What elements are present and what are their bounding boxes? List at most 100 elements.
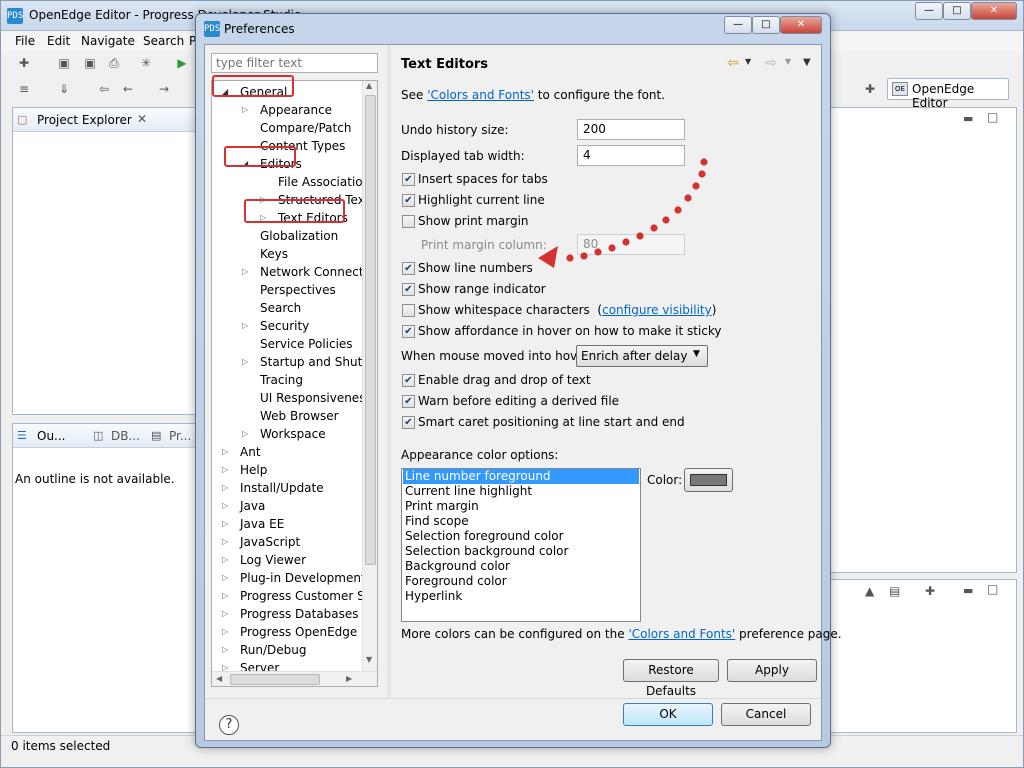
tree-node[interactable]: Service Policies	[260, 335, 353, 353]
tree-twistie-icon[interactable]: ▷	[260, 209, 270, 227]
checkbox[interactable]: ✔	[402, 194, 415, 207]
minimize-view-icon-2[interactable]: ▬	[963, 584, 973, 597]
tree-twistie-icon[interactable]: ▷	[242, 353, 252, 371]
open-perspective-icon[interactable]: ✚	[861, 81, 879, 97]
tree-node[interactable]: Startup and Shutdov	[260, 353, 377, 371]
menu-navigate[interactable]: Navigate	[81, 34, 135, 48]
color-picker-button[interactable]	[684, 468, 733, 492]
restore-defaults-button[interactable]: Restore Defaults	[623, 659, 719, 698]
forward-icon[interactable]: →	[155, 81, 173, 97]
tree-twistie-icon[interactable]: ▷	[222, 497, 232, 515]
tree-twistie-icon[interactable]: ▷	[242, 101, 252, 119]
save-all-icon[interactable]: ▣	[81, 55, 99, 71]
back-dropdown-icon[interactable]: ▼	[745, 57, 751, 66]
next-annotation-icon[interactable]: ⇓	[55, 81, 73, 97]
dialog-maximize-button[interactable]: □	[752, 16, 780, 34]
hover-select[interactable]: Enrich after delay ▼	[576, 345, 708, 367]
tree-node[interactable]: Java EE	[240, 515, 284, 533]
tree-node[interactable]: Appearance	[260, 101, 332, 119]
tree-twistie-icon[interactable]: ▷	[242, 425, 252, 443]
tree-twistie-icon[interactable]: ▷	[222, 461, 232, 479]
back-arrow-icon[interactable]: ⇦	[727, 55, 739, 71]
minimize-view-icon[interactable]: ▬	[963, 112, 973, 125]
outline-tab[interactable]: Ou...	[37, 429, 66, 443]
tree-node[interactable]: Install/Update	[240, 479, 324, 497]
tree-twistie-icon[interactable]: ▷	[222, 569, 232, 587]
tree-twistie-icon[interactable]: ▷	[222, 641, 232, 659]
maximize-view-icon[interactable]: □	[987, 110, 998, 124]
colors-and-fonts-link[interactable]: 'Colors and Fonts'	[427, 88, 534, 102]
tree-node[interactable]: Security	[260, 317, 309, 335]
tree-twistie-icon[interactable]: ▷	[222, 479, 232, 497]
tree-scroll-thumb[interactable]	[365, 95, 376, 565]
format-icon[interactable]: ≡	[15, 81, 33, 97]
open-console-icon[interactable]: ✚	[925, 584, 935, 598]
db-tab[interactable]: DB...	[111, 429, 140, 443]
forward-dropdown-icon[interactable]: ▼	[785, 57, 791, 66]
configure-visibility-link[interactable]: configure visibility	[602, 303, 712, 317]
apply-button[interactable]: Apply	[727, 659, 817, 682]
tree-node[interactable]: Java	[240, 497, 265, 515]
color-option-item[interactable]: Selection background color	[403, 544, 639, 559]
print-icon[interactable]: ⎙	[105, 55, 123, 71]
color-option-item[interactable]: Hyperlink	[403, 589, 639, 604]
tree-node[interactable]: Progress OpenEdge	[240, 623, 357, 641]
close-tab-icon[interactable]: ✕	[137, 112, 147, 126]
tree-node[interactable]: Text Editors	[278, 209, 348, 227]
maximize-button[interactable]: □	[943, 2, 971, 20]
checkbox[interactable]: ✔	[402, 416, 415, 429]
more-colors-link[interactable]: 'Colors and Fonts'	[628, 627, 735, 641]
tree-twistie-icon[interactable]: ▷	[222, 551, 232, 569]
scroll-left-icon[interactable]: ◀	[216, 674, 222, 683]
tree-node[interactable]: Network Connection	[260, 263, 377, 281]
tree-node[interactable]: Plug-in Development	[240, 569, 366, 587]
tree-twistie-icon[interactable]: ◢	[242, 155, 252, 173]
tree-filter-input[interactable]	[211, 53, 378, 73]
scroll-right-icon[interactable]: ▶	[346, 674, 352, 683]
tree-node[interactable]: Search	[260, 299, 301, 317]
tree-horizontal-scrollbar[interactable]: ◀ ▶	[212, 671, 377, 686]
close-button[interactable]: ✕	[971, 2, 1017, 20]
tree-node[interactable]: Progress Databases	[240, 605, 359, 623]
tree-node[interactable]: Compare/Patch	[260, 119, 351, 137]
tree-hscroll-thumb[interactable]	[230, 674, 320, 685]
color-option-item[interactable]: Current line highlight	[403, 484, 639, 499]
tree-node[interactable]: Keys	[260, 245, 288, 263]
menu-search[interactable]: Search	[143, 34, 184, 48]
tree-node[interactable]: Run/Debug	[240, 641, 307, 659]
menu-file[interactable]: File	[15, 34, 35, 48]
tree-node[interactable]: Log Viewer	[240, 551, 306, 569]
checkbox[interactable]: ✔	[402, 374, 415, 387]
checkbox[interactable]: ✔	[402, 173, 415, 186]
undo-history-input[interactable]: 200	[577, 119, 685, 140]
color-option-item[interactable]: Background color	[403, 559, 639, 574]
save-icon[interactable]: ▣	[55, 55, 73, 71]
tree-node[interactable]: Progress Customer Supp	[240, 587, 377, 605]
tree-node[interactable]: Perspectives	[260, 281, 336, 299]
debug-icon[interactable]: ✳	[137, 55, 155, 71]
checkbox[interactable]	[402, 215, 415, 228]
tree-node[interactable]: JavaScript	[240, 533, 300, 551]
color-option-item[interactable]: Find scope	[403, 514, 639, 529]
tree-twistie-icon[interactable]: ▷	[222, 587, 232, 605]
tree-twistie-icon[interactable]: ▷	[242, 317, 252, 335]
minimize-button[interactable]: —	[915, 2, 943, 20]
tree-page-sash[interactable]	[387, 45, 391, 698]
checkbox[interactable]: ✔	[402, 283, 415, 296]
ok-button[interactable]: OK	[623, 703, 713, 726]
display-icon[interactable]: ▤	[889, 584, 900, 598]
tree-node[interactable]: Content Types	[260, 137, 345, 155]
tree-node[interactable]: Help	[240, 461, 267, 479]
color-option-item[interactable]: Print margin	[403, 499, 639, 514]
tree-twistie-icon[interactable]: ▷	[222, 443, 232, 461]
pin-view-icon[interactable]: ▲	[865, 584, 874, 598]
checkbox[interactable]: ✔	[402, 262, 415, 275]
perspective-button[interactable]: OE OpenEdge Editor	[887, 78, 1009, 110]
tree-node[interactable]: Tracing	[260, 371, 303, 389]
color-option-item[interactable]: Selection foreground color	[403, 529, 639, 544]
run-icon[interactable]: ▶	[173, 55, 191, 71]
menu-edit[interactable]: Edit	[47, 34, 70, 48]
previous-edit-icon[interactable]: ←	[119, 81, 137, 97]
tree-twistie-icon[interactable]: ▷	[260, 191, 270, 209]
scroll-down-icon[interactable]: ▼	[366, 655, 372, 664]
